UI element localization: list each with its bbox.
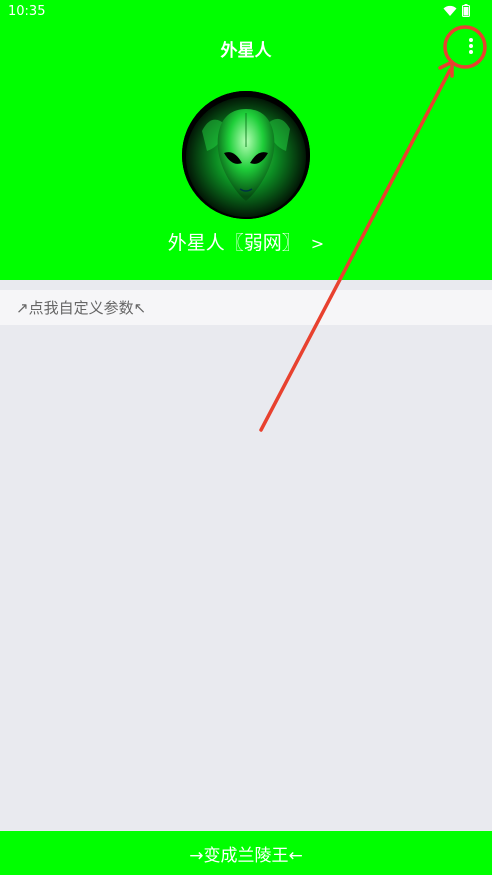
transform-button[interactable]: →变成兰陵王← (0, 831, 492, 875)
battery-icon (462, 4, 470, 17)
avatar[interactable] (182, 91, 310, 219)
more-options-button[interactable] (456, 33, 486, 63)
custom-params-label: ↗点我自定义参数↖ (16, 299, 147, 317)
chevron-right-icon: > (310, 234, 325, 253)
status-bar: 10:35 (0, 0, 492, 24)
more-vert-icon (468, 37, 474, 59)
header: 10:35 外星人 外星人〖弱网〗 > (0, 0, 492, 280)
profile-name: 外星人〖弱网〗 (167, 232, 301, 254)
app-screen: 10:35 外星人 外星人〖弱网〗 > ↗点我自定义参数↖ →变成兰陵王← (0, 0, 492, 875)
page-title: 外星人 (220, 41, 272, 61)
profile-name-link[interactable]: 外星人〖弱网〗 > (0, 228, 492, 255)
transform-button-label: →变成兰陵王← (189, 845, 303, 866)
alien-avatar-image (182, 91, 310, 219)
status-icons (443, 4, 470, 17)
wifi-icon (443, 5, 457, 17)
custom-params-button[interactable]: ↗点我自定义参数↖ (0, 290, 492, 325)
status-time: 10:35 (8, 4, 46, 19)
